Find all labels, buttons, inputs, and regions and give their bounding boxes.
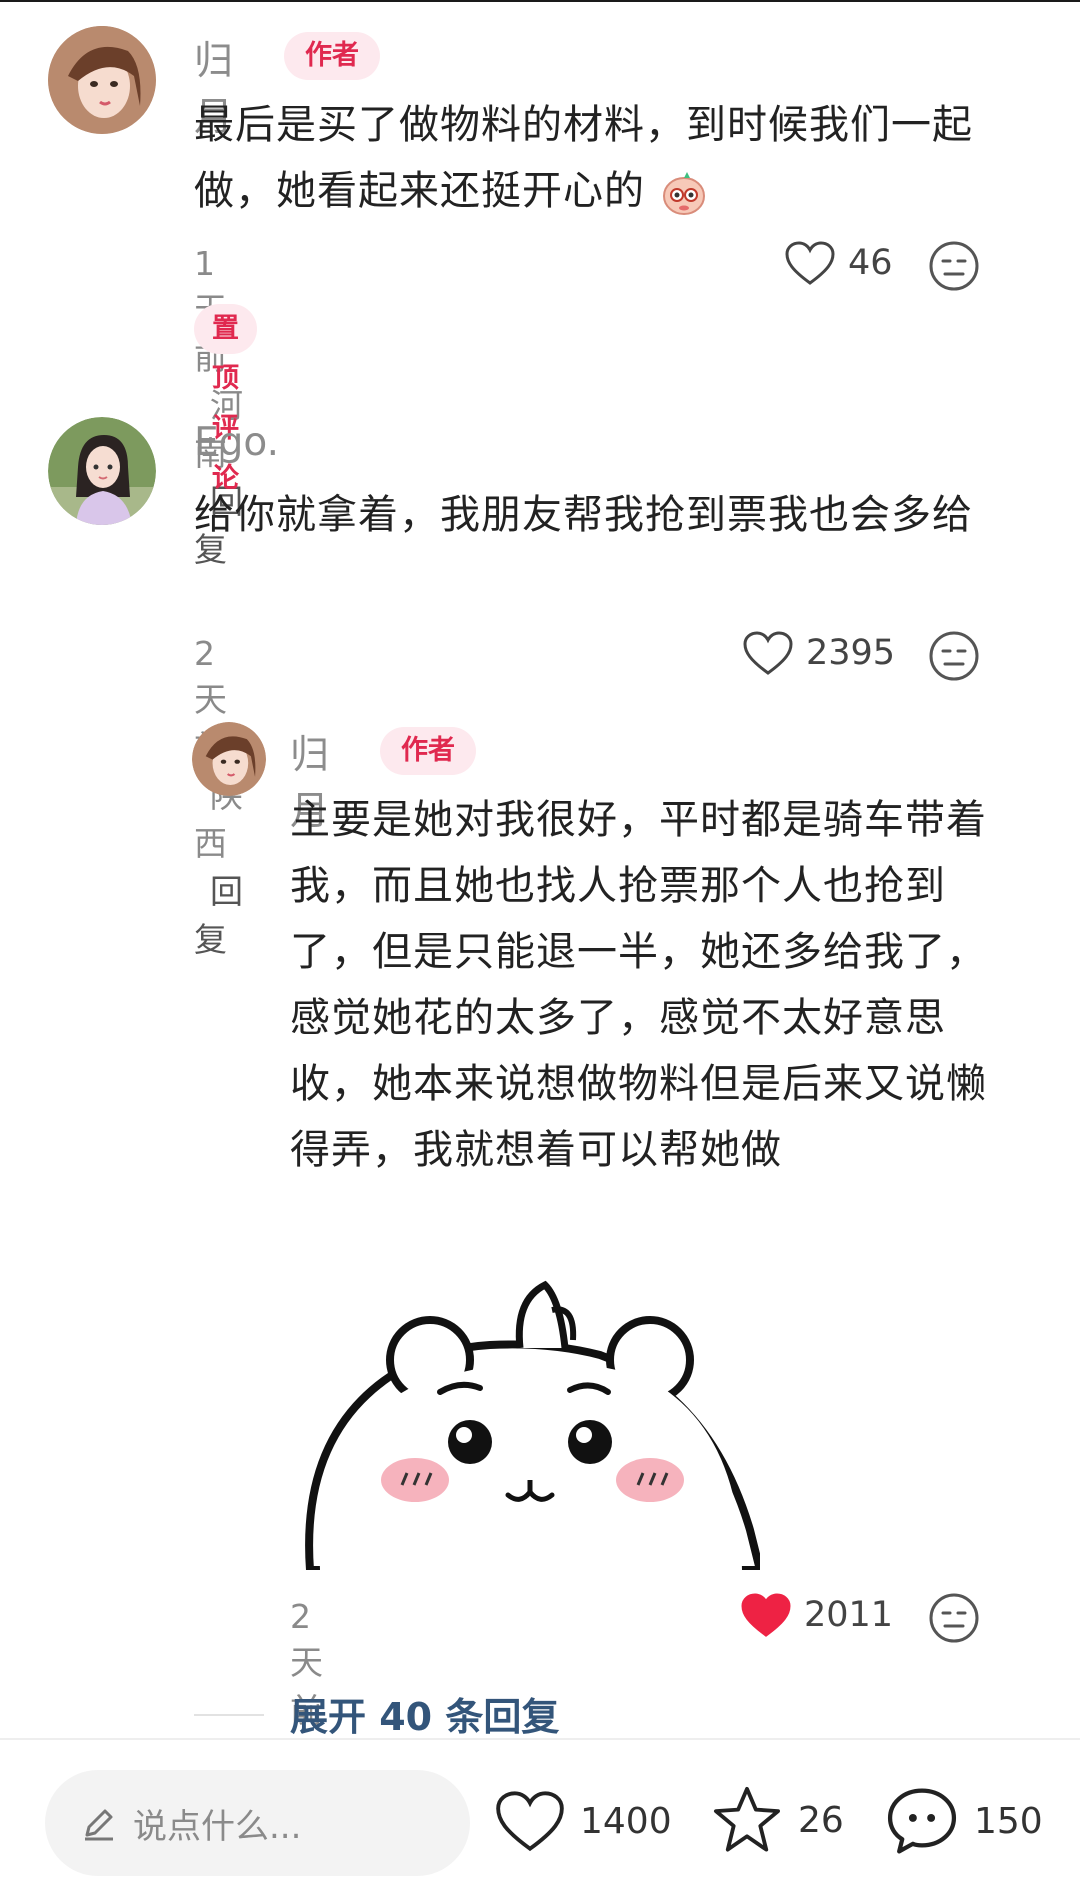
like-count: 46 bbox=[848, 243, 893, 283]
comment-text-content: 最后是买了做物料的材料，到时候我们一起做，她看起来还挺开心的 bbox=[194, 102, 973, 214]
comment-count: 150 bbox=[974, 1800, 1043, 1842]
username[interactable]: Ego. bbox=[194, 420, 279, 465]
comment-input[interactable]: 说点什么... bbox=[45, 1770, 470, 1876]
comment-text: 主要是她对我很好，平时都是骑车带着我，而且她也找人抢票那个人也抢到了，但是只能退… bbox=[290, 797, 987, 1173]
avatar[interactable] bbox=[48, 26, 156, 134]
dislike-face-icon bbox=[929, 631, 979, 681]
pinned-comment-badge: 置顶评论 bbox=[194, 304, 257, 494]
post-like-count: 1400 bbox=[580, 1800, 672, 1842]
star-icon bbox=[713, 1786, 781, 1852]
comment-input-placeholder: 说点什么... bbox=[133, 1806, 302, 1847]
expand-divider bbox=[194, 1714, 264, 1716]
comment-count-button[interactable]: 150 bbox=[884, 1784, 1043, 1858]
like-count: 2011 bbox=[804, 1595, 894, 1635]
heart-icon bbox=[741, 1593, 791, 1637]
like-button[interactable]: 46 bbox=[784, 240, 893, 286]
avatar[interactable] bbox=[192, 722, 266, 796]
like-button[interactable]: 2395 bbox=[742, 630, 895, 676]
like-count: 2395 bbox=[806, 633, 896, 673]
reply-button[interactable]: 回复 bbox=[194, 872, 243, 959]
heart-icon bbox=[496, 1791, 564, 1852]
author-badge: 作者 bbox=[380, 727, 476, 775]
sticker-image[interactable] bbox=[290, 1230, 760, 1570]
dislike-button[interactable] bbox=[928, 1592, 980, 1648]
expand-replies-button[interactable]: 展开 40 条回复 bbox=[290, 1686, 559, 1741]
top-divider bbox=[0, 0, 1080, 2]
dislike-button[interactable] bbox=[928, 630, 980, 686]
comment-bubble-icon bbox=[887, 1788, 957, 1854]
dislike-face-icon bbox=[929, 241, 979, 291]
dislike-face-icon bbox=[929, 1593, 979, 1643]
comment-meta: 2天前陕西回复 bbox=[194, 634, 243, 961]
emoji-icon bbox=[659, 168, 709, 218]
heart-icon bbox=[785, 241, 835, 285]
pencil-icon bbox=[85, 1809, 113, 1841]
bottom-bar: 说点什么... 1400 26 150 bbox=[0, 1738, 1080, 1900]
author-badge: 作者 bbox=[284, 32, 380, 80]
like-button[interactable]: 2011 bbox=[740, 1592, 893, 1638]
comment-text: 给你就拿着，我朋友帮我抢到票我也会多给 bbox=[194, 492, 973, 538]
comment-text: 最后是买了做物料的材料，到时候我们一起做，她看起来还挺开心的 bbox=[194, 92, 994, 224]
favorite-count: 26 bbox=[798, 1799, 844, 1841]
dislike-button[interactable] bbox=[928, 240, 980, 296]
post-like-button[interactable]: 1400 bbox=[494, 1788, 672, 1854]
favorite-button[interactable]: 26 bbox=[710, 1784, 844, 1856]
avatar[interactable] bbox=[48, 417, 156, 525]
heart-icon bbox=[743, 631, 793, 675]
